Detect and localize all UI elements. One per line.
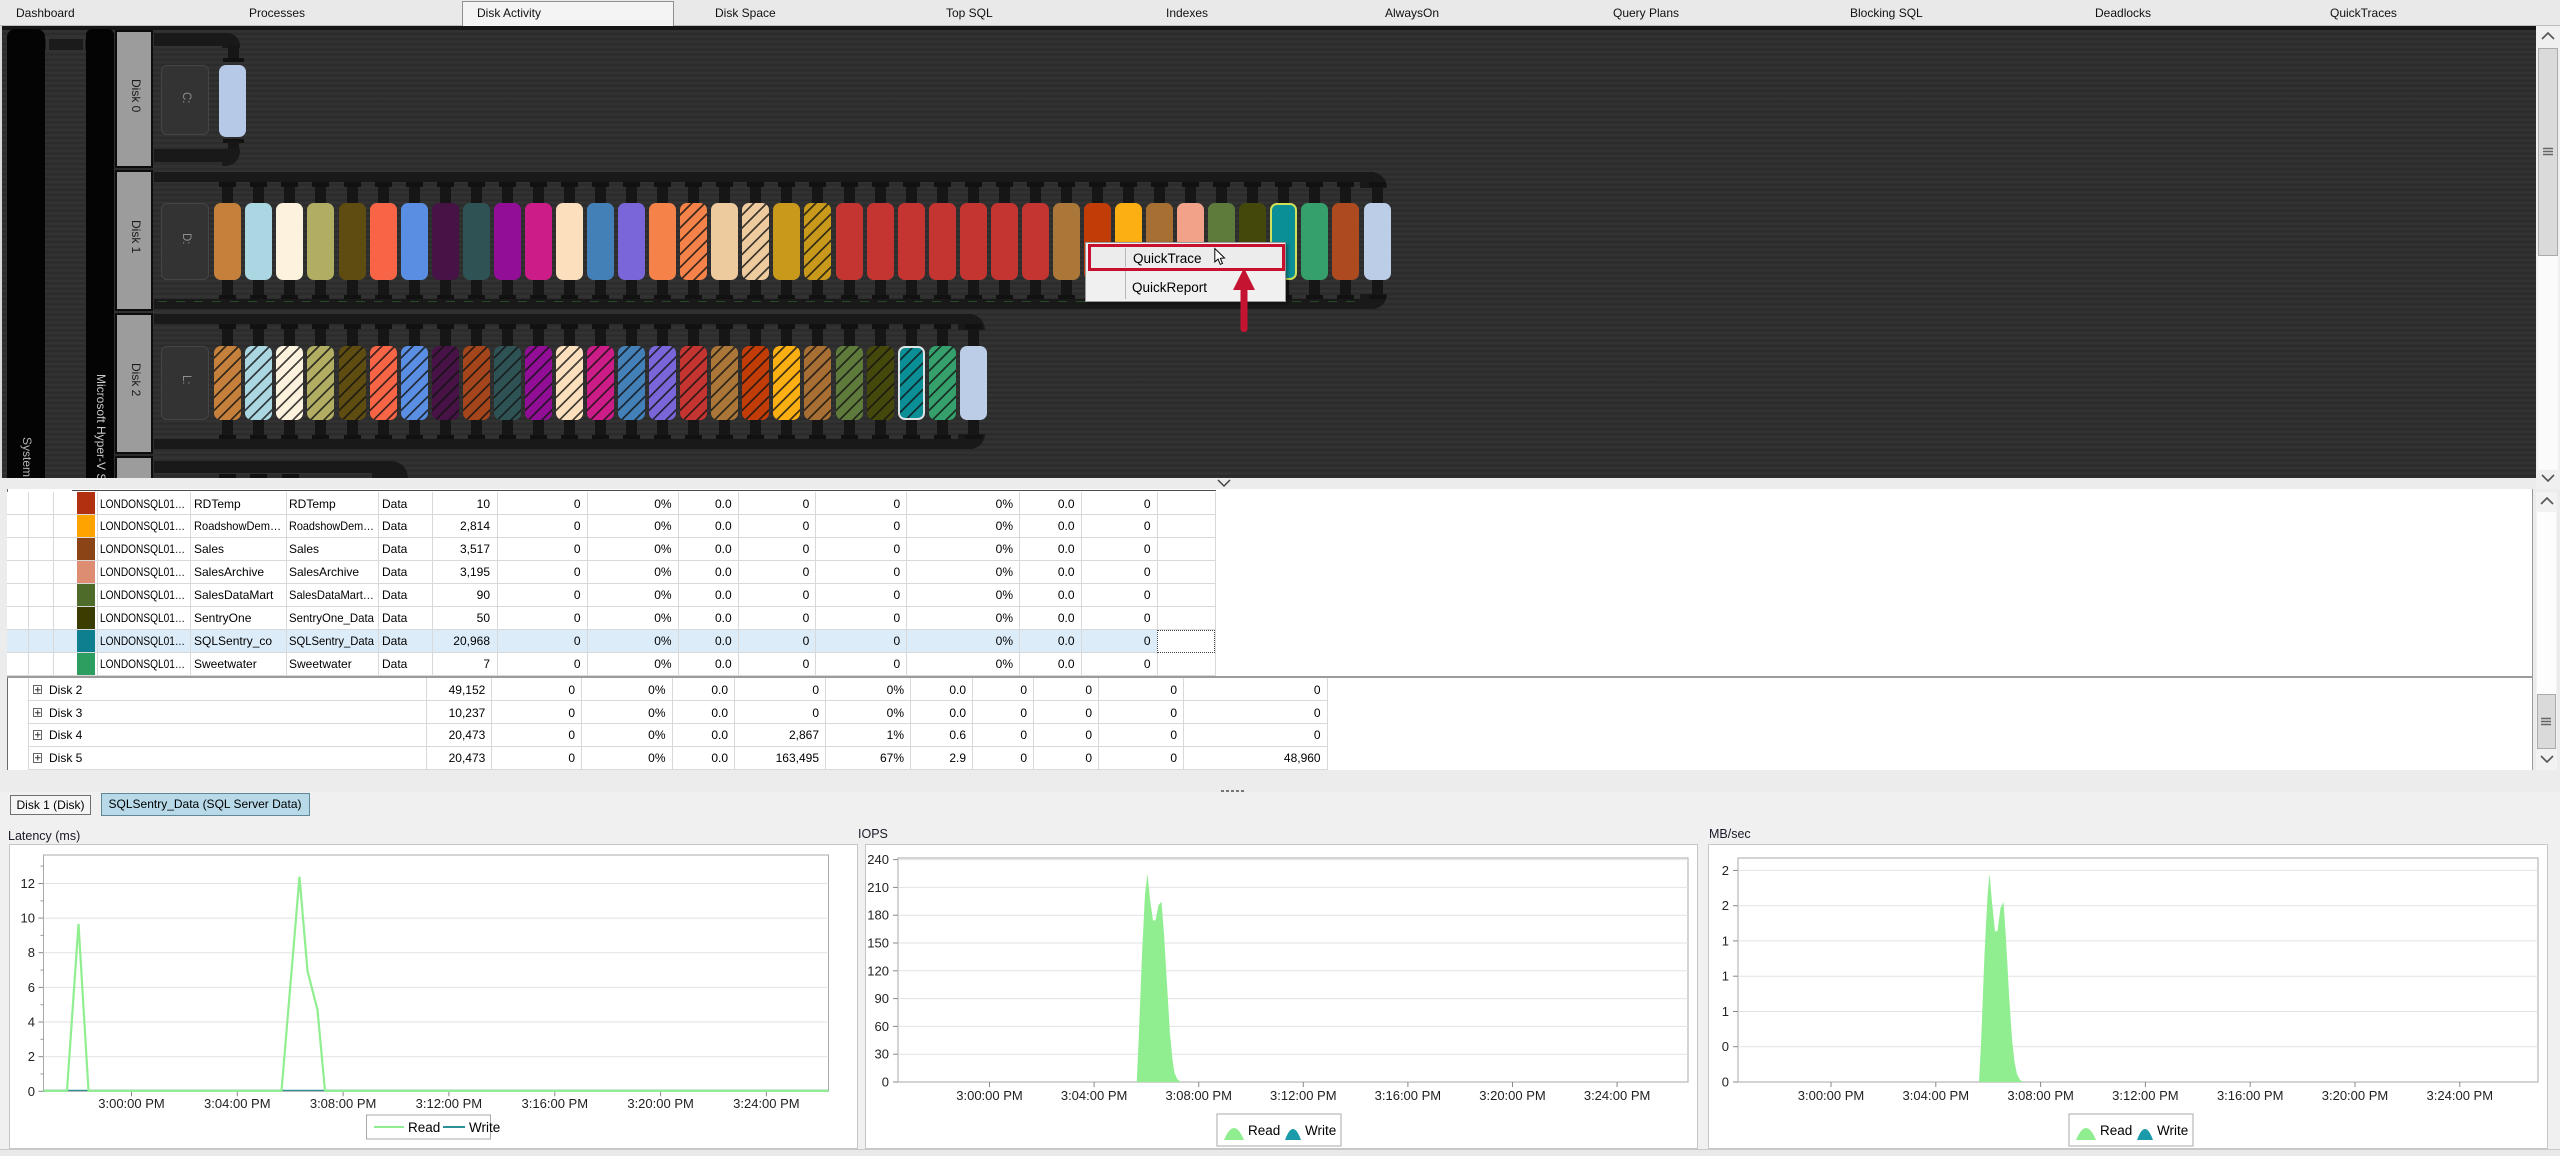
svg-text:3:24:00 PM: 3:24:00 PM bbox=[2427, 1088, 2494, 1103]
svg-text:3:08:00 PM: 3:08:00 PM bbox=[1165, 1088, 1232, 1103]
svg-text:Read: Read bbox=[2100, 1123, 2132, 1138]
svg-text:0: 0 bbox=[882, 1075, 889, 1090]
svg-text:180: 180 bbox=[867, 908, 889, 923]
svg-text:1: 1 bbox=[1722, 969, 1729, 984]
svg-text:0: 0 bbox=[1722, 1075, 1729, 1090]
svg-text:240: 240 bbox=[867, 852, 889, 867]
svg-text:210: 210 bbox=[867, 880, 889, 895]
svg-text:0: 0 bbox=[1722, 1039, 1729, 1054]
svg-text:3:12:00 PM: 3:12:00 PM bbox=[1270, 1088, 1337, 1103]
svg-text:3:08:00 PM: 3:08:00 PM bbox=[2007, 1088, 2074, 1103]
svg-text:3:24:00 PM: 3:24:00 PM bbox=[1584, 1088, 1651, 1103]
svg-text:Write: Write bbox=[1305, 1123, 1336, 1138]
svg-text:3:00:00 PM: 3:00:00 PM bbox=[1798, 1088, 1865, 1103]
svg-text:Read: Read bbox=[408, 1120, 440, 1135]
svg-text:6: 6 bbox=[27, 980, 34, 995]
svg-text:3:16:00 PM: 3:16:00 PM bbox=[521, 1096, 588, 1111]
svg-text:Write: Write bbox=[469, 1120, 500, 1135]
svg-text:3:16:00 PM: 3:16:00 PM bbox=[1375, 1088, 1442, 1103]
svg-text:3:16:00 PM: 3:16:00 PM bbox=[2217, 1088, 2284, 1103]
svg-text:3:12:00 PM: 3:12:00 PM bbox=[2112, 1088, 2179, 1103]
svg-text:120: 120 bbox=[867, 963, 889, 978]
svg-text:10: 10 bbox=[20, 911, 34, 926]
svg-text:12: 12 bbox=[20, 876, 34, 891]
svg-text:2: 2 bbox=[1722, 898, 1729, 913]
svg-text:30: 30 bbox=[875, 1047, 889, 1062]
svg-text:0: 0 bbox=[27, 1084, 34, 1099]
svg-text:1: 1 bbox=[1722, 933, 1729, 948]
svg-text:8: 8 bbox=[27, 945, 34, 960]
svg-text:1: 1 bbox=[1722, 1004, 1729, 1019]
svg-text:3:12:00 PM: 3:12:00 PM bbox=[415, 1096, 482, 1111]
svg-text:2: 2 bbox=[1722, 863, 1729, 878]
svg-text:3:24:00 PM: 3:24:00 PM bbox=[733, 1096, 800, 1111]
svg-text:2: 2 bbox=[27, 1049, 34, 1064]
svg-text:90: 90 bbox=[875, 991, 889, 1006]
svg-text:150: 150 bbox=[867, 936, 889, 951]
svg-text:3:00:00 PM: 3:00:00 PM bbox=[98, 1096, 165, 1111]
svg-text:3:20:00 PM: 3:20:00 PM bbox=[1479, 1088, 1546, 1103]
svg-text:60: 60 bbox=[875, 1019, 889, 1034]
svg-text:Write: Write bbox=[2157, 1123, 2188, 1138]
svg-text:4: 4 bbox=[27, 1015, 34, 1030]
svg-text:Read: Read bbox=[1248, 1123, 1280, 1138]
svg-text:3:00:00 PM: 3:00:00 PM bbox=[956, 1088, 1023, 1103]
svg-text:3:08:00 PM: 3:08:00 PM bbox=[309, 1096, 376, 1111]
svg-text:3:04:00 PM: 3:04:00 PM bbox=[1903, 1088, 1970, 1103]
svg-text:3:04:00 PM: 3:04:00 PM bbox=[1061, 1088, 1128, 1103]
svg-text:3:20:00 PM: 3:20:00 PM bbox=[2322, 1088, 2389, 1103]
svg-text:3:04:00 PM: 3:04:00 PM bbox=[204, 1096, 271, 1111]
svg-text:3:20:00 PM: 3:20:00 PM bbox=[627, 1096, 694, 1111]
